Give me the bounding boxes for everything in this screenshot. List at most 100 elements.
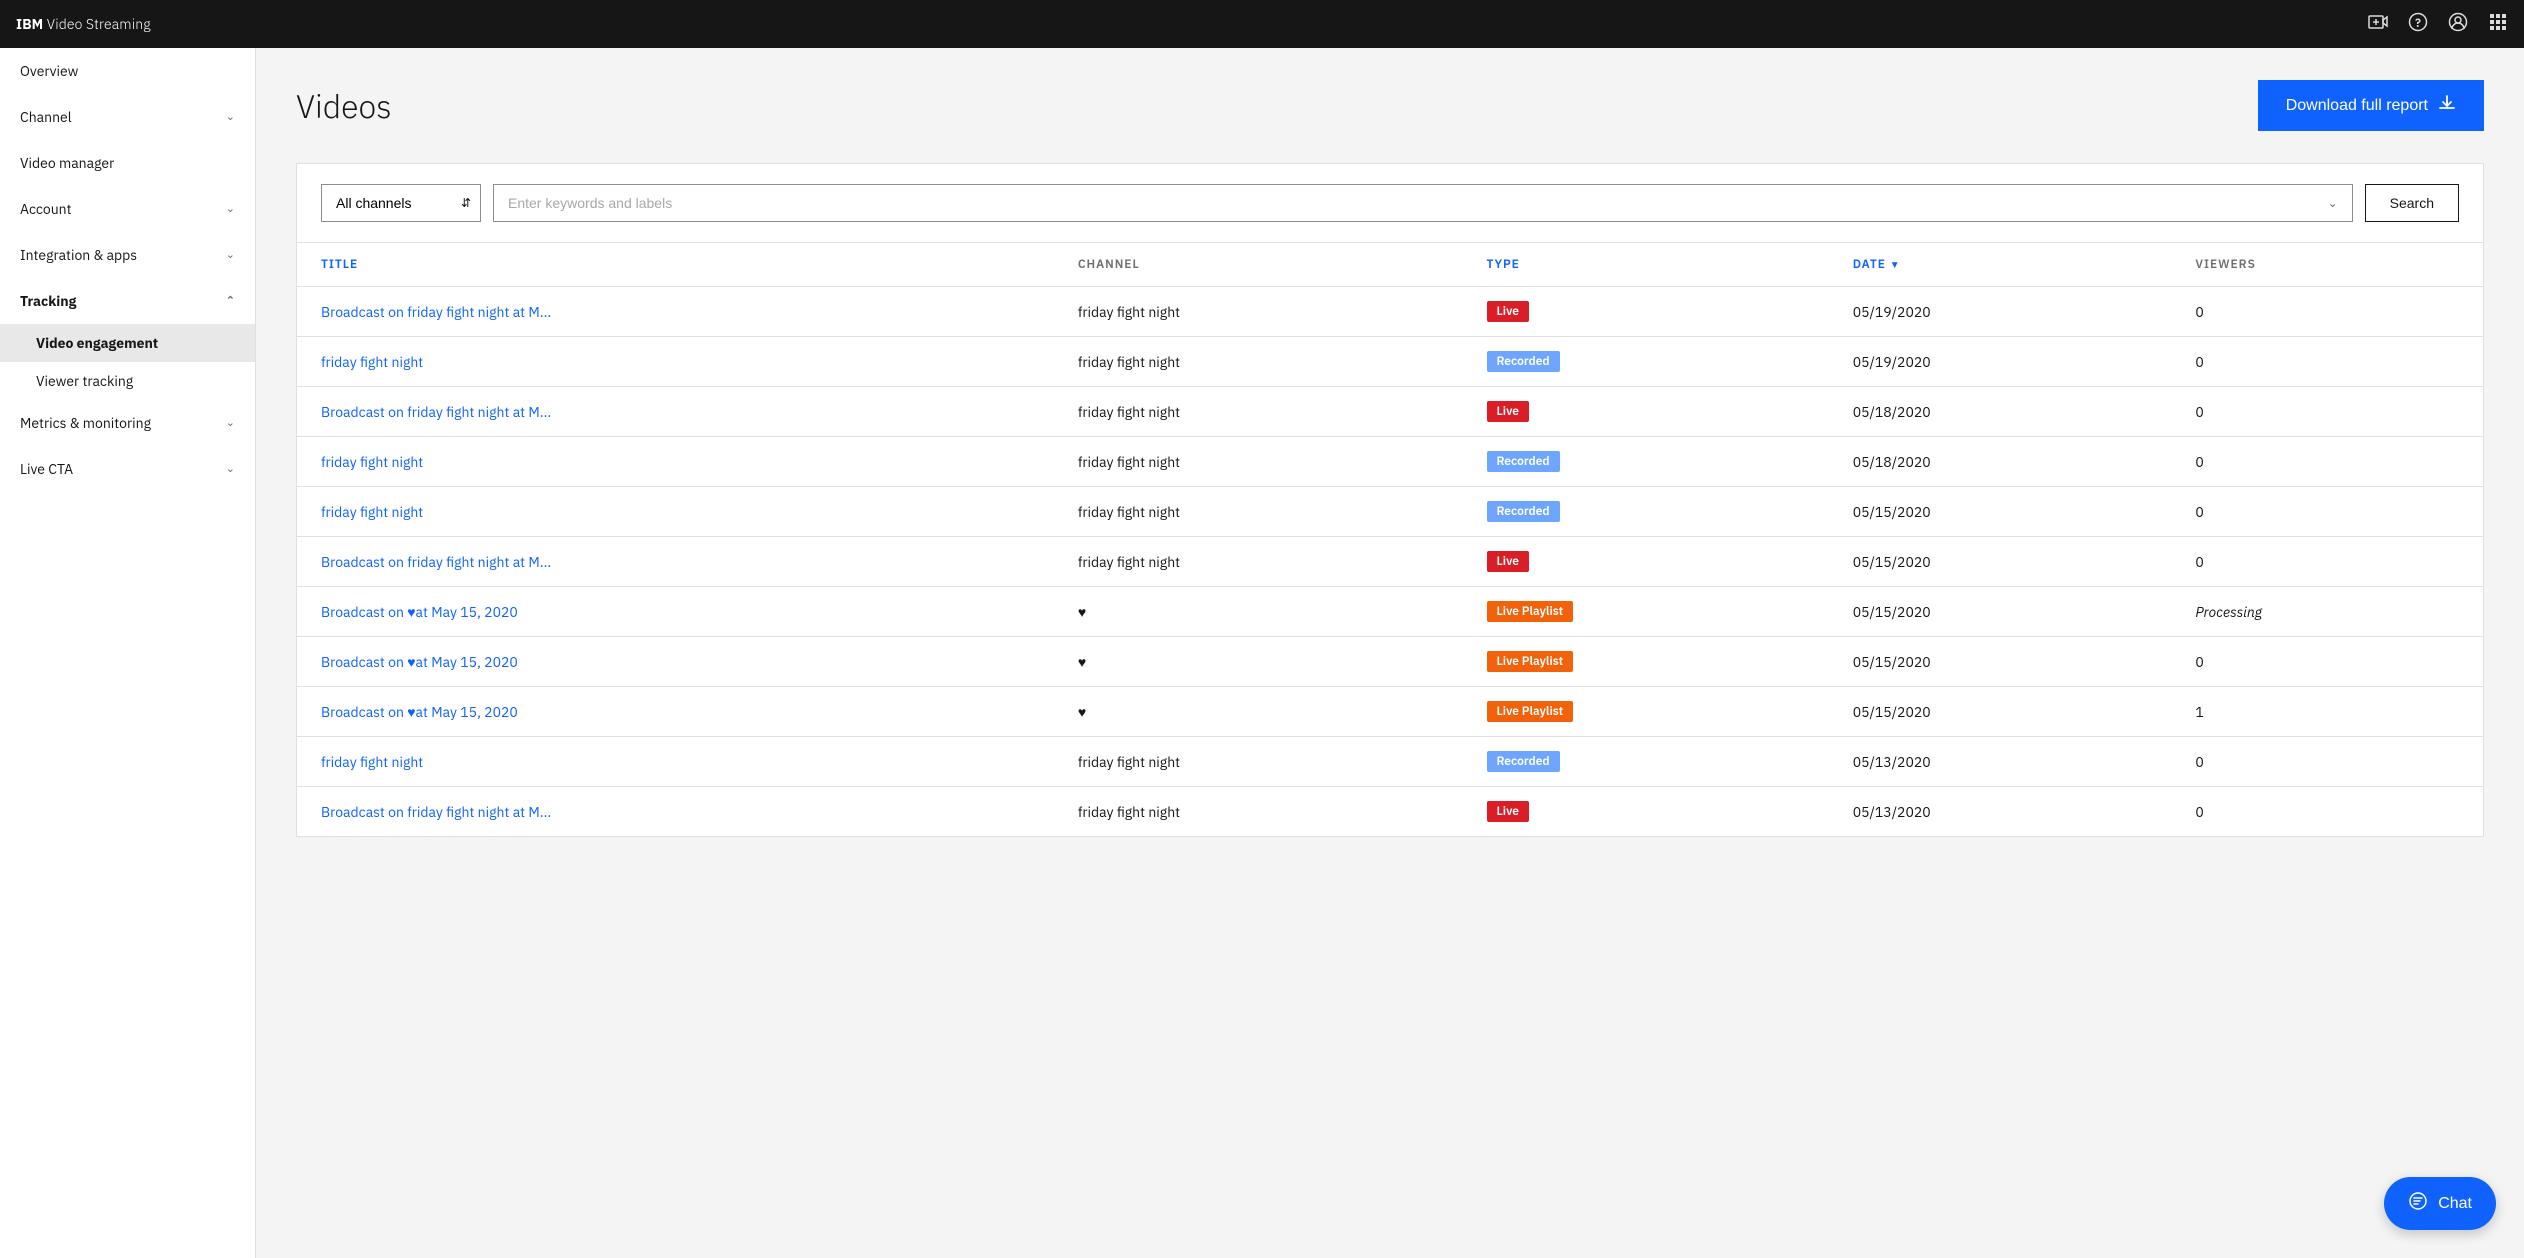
sidebar-item-account[interactable]: Account ⌄ bbox=[0, 186, 255, 232]
download-full-report-button[interactable]: Download full report bbox=[2258, 80, 2484, 131]
col-header-channel: CHANNEL bbox=[1054, 243, 1463, 287]
topnav: IBM Video Streaming ? bbox=[0, 0, 2524, 48]
sidebar-item-label-metrics-monitoring: Metrics & monitoring bbox=[20, 414, 151, 432]
videos-table-container: All channels friday fight night ⇵ ⌄ Sear… bbox=[296, 163, 2484, 837]
cell-channel: friday fight night bbox=[1054, 787, 1463, 837]
cell-channel: friday fight night bbox=[1054, 487, 1463, 537]
cell-title: Broadcast on ♥at May 15, 2020 bbox=[297, 687, 1054, 737]
user-icon[interactable] bbox=[2448, 12, 2468, 37]
grid-icon[interactable] bbox=[2488, 12, 2508, 37]
table-row: friday fight night friday fight night Re… bbox=[297, 737, 2483, 787]
sidebar-subitem-video-engagement[interactable]: Video engagement bbox=[0, 324, 255, 362]
cell-type: Live bbox=[1463, 387, 1829, 437]
cell-channel: ♥ bbox=[1054, 587, 1463, 637]
title-link[interactable]: friday fight night bbox=[321, 753, 423, 771]
title-link[interactable]: Broadcast on friday fight night at M... bbox=[321, 403, 551, 421]
keyword-input-wrapper[interactable]: ⌄ bbox=[493, 184, 2353, 222]
title-link[interactable]: Broadcast on friday fight night at M... bbox=[321, 803, 551, 821]
title-link[interactable]: Broadcast on ♥at May 15, 2020 bbox=[321, 653, 518, 671]
keyword-input[interactable] bbox=[508, 195, 2320, 211]
sidebar-item-tracking[interactable]: Tracking ⌃ bbox=[0, 278, 255, 324]
chevron-down-icon: ⌄ bbox=[226, 462, 235, 476]
add-video-icon[interactable] bbox=[2368, 12, 2388, 37]
cell-date: 05/15/2020 bbox=[1829, 487, 2172, 537]
cell-date: 05/19/2020 bbox=[1829, 287, 2172, 337]
cell-viewers: 0 bbox=[2171, 287, 2483, 337]
sidebar-item-integration-apps[interactable]: Integration & apps ⌄ bbox=[0, 232, 255, 278]
title-link[interactable]: friday fight night bbox=[321, 503, 423, 521]
search-button[interactable]: Search bbox=[2365, 184, 2459, 222]
cell-channel: friday fight night bbox=[1054, 737, 1463, 787]
table-row: friday fight night friday fight night Re… bbox=[297, 337, 2483, 387]
cell-viewers: 0 bbox=[2171, 787, 2483, 837]
title-link[interactable]: friday fight night bbox=[321, 453, 423, 471]
channel-select[interactable]: All channels friday fight night bbox=[321, 184, 481, 222]
cell-title: friday fight night bbox=[297, 487, 1054, 537]
col-header-title: TITLE bbox=[297, 243, 1054, 287]
title-link[interactable]: Broadcast on ♥at May 15, 2020 bbox=[321, 703, 518, 721]
title-link[interactable]: Broadcast on friday fight night at M... bbox=[321, 303, 551, 321]
type-badge: Live bbox=[1487, 301, 1529, 322]
download-btn-label: Download full report bbox=[2286, 97, 2428, 115]
cell-title: Broadcast on friday fight night at M... bbox=[297, 387, 1054, 437]
processing-status: Processing bbox=[2195, 603, 2262, 621]
chat-icon bbox=[2408, 1191, 2428, 1216]
dropdown-chevron-icon[interactable]: ⌄ bbox=[2328, 196, 2338, 211]
sidebar-item-channel[interactable]: Channel ⌄ bbox=[0, 94, 255, 140]
cell-date: 05/13/2020 bbox=[1829, 737, 2172, 787]
chat-button[interactable]: Chat bbox=[2384, 1177, 2496, 1230]
table-row: Broadcast on ♥at May 15, 2020 ♥ Live Pla… bbox=[297, 587, 2483, 637]
cell-date: 05/15/2020 bbox=[1829, 537, 2172, 587]
topnav-icons: ? bbox=[2368, 12, 2508, 37]
sidebar-item-live-cta[interactable]: Live CTA ⌄ bbox=[0, 446, 255, 492]
sort-arrow-icon: ▼ bbox=[1890, 258, 1901, 271]
brand-name-ibm: IBM bbox=[16, 15, 43, 33]
cell-viewers: 0 bbox=[2171, 337, 2483, 387]
title-link[interactable]: Broadcast on friday fight night at M... bbox=[321, 553, 551, 571]
sidebar-item-label-video-manager: Video manager bbox=[20, 154, 114, 172]
cell-viewers: 0 bbox=[2171, 437, 2483, 487]
table-row: friday fight night friday fight night Re… bbox=[297, 437, 2483, 487]
cell-viewers: 0 bbox=[2171, 537, 2483, 587]
cell-title: Broadcast on friday fight night at M... bbox=[297, 537, 1054, 587]
cell-date: 05/15/2020 bbox=[1829, 587, 2172, 637]
page-title: Videos bbox=[296, 85, 391, 127]
title-link[interactable]: friday fight night bbox=[321, 353, 423, 371]
type-badge: Live Playlist bbox=[1487, 651, 1574, 672]
cell-date: 05/15/2020 bbox=[1829, 637, 2172, 687]
sidebar: Overview Channel ⌄ Video manager Account… bbox=[0, 48, 256, 1258]
type-badge: Recorded bbox=[1487, 751, 1560, 772]
type-badge: Recorded bbox=[1487, 501, 1560, 522]
table-body: Broadcast on friday fight night at M... … bbox=[297, 287, 2483, 837]
filter-bar: All channels friday fight night ⇵ ⌄ Sear… bbox=[297, 164, 2483, 243]
sidebar-item-video-manager[interactable]: Video manager bbox=[0, 140, 255, 186]
brand-logo: IBM Video Streaming bbox=[16, 15, 151, 33]
cell-channel: friday fight night bbox=[1054, 437, 1463, 487]
cell-type: Recorded bbox=[1463, 737, 1829, 787]
cell-viewers: 0 bbox=[2171, 387, 2483, 437]
cell-title: friday fight night bbox=[297, 337, 1054, 387]
col-header-viewers: VIEWERS bbox=[2171, 243, 2483, 287]
cell-date: 05/18/2020 bbox=[1829, 437, 2172, 487]
cell-date: 05/19/2020 bbox=[1829, 337, 2172, 387]
table-row: Broadcast on friday fight night at M... … bbox=[297, 287, 2483, 337]
sidebar-item-metrics-monitoring[interactable]: Metrics & monitoring ⌄ bbox=[0, 400, 255, 446]
cell-type: Live Playlist bbox=[1463, 687, 1829, 737]
table-row: Broadcast on friday fight night at M... … bbox=[297, 537, 2483, 587]
videos-table: TITLE CHANNEL TYPE DATE ▼ VIEWERS Broadc… bbox=[297, 243, 2483, 836]
type-badge: Live Playlist bbox=[1487, 701, 1574, 722]
title-link[interactable]: Broadcast on ♥at May 15, 2020 bbox=[321, 603, 518, 621]
cell-channel: friday fight night bbox=[1054, 387, 1463, 437]
type-badge: Live bbox=[1487, 801, 1529, 822]
table-header: TITLE CHANNEL TYPE DATE ▼ VIEWERS bbox=[297, 243, 2483, 287]
sidebar-item-label-overview: Overview bbox=[20, 62, 78, 80]
col-header-type: TYPE bbox=[1463, 243, 1829, 287]
sidebar-item-label-tracking: Tracking bbox=[20, 292, 76, 310]
help-icon[interactable]: ? bbox=[2408, 12, 2428, 37]
sidebar-item-label-channel: Channel bbox=[20, 108, 72, 126]
sidebar-item-overview[interactable]: Overview bbox=[0, 48, 255, 94]
cell-viewers: 1 bbox=[2171, 687, 2483, 737]
sidebar-subitem-viewer-tracking[interactable]: Viewer tracking bbox=[0, 362, 255, 400]
col-header-date[interactable]: DATE ▼ bbox=[1829, 243, 2172, 287]
cell-viewers: 0 bbox=[2171, 637, 2483, 687]
